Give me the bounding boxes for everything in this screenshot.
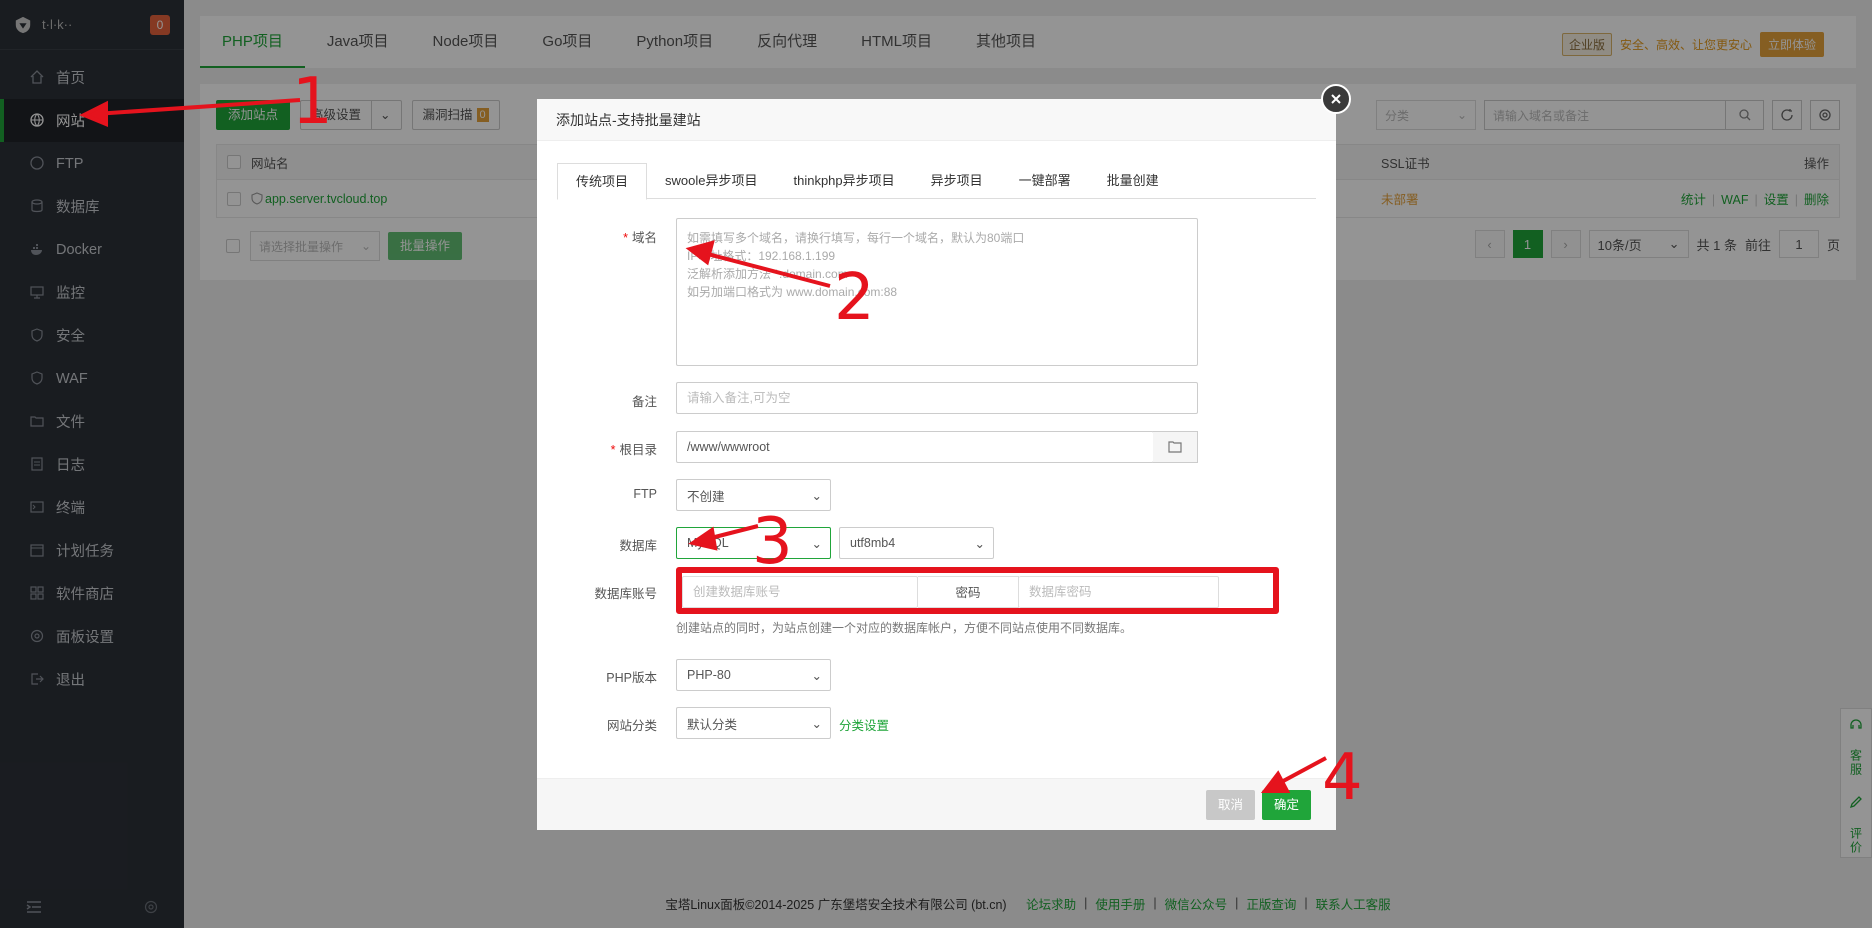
chevron-down-icon: ⌄ — [811, 536, 822, 551]
root-dir-input[interactable]: /www/wwwroot — [676, 431, 1154, 463]
domain-placeholder-line: 如需填写多个域名，请换行填写，每行一个域名，默认为80端口 — [687, 231, 1025, 245]
confirm-button[interactable]: 确定 — [1262, 790, 1312, 820]
database-select-value: MySQL — [687, 536, 729, 550]
tab-one-click[interactable]: 一键部署 — [1001, 163, 1089, 198]
close-icon — [1331, 94, 1341, 104]
tab-swoole[interactable]: swoole异步项目 — [647, 163, 775, 198]
remark-label: 备注 — [631, 395, 657, 409]
category-settings-link[interactable]: 分类设置 — [839, 715, 889, 734]
chevron-down-icon: ⌄ — [974, 536, 985, 551]
tab-async[interactable]: 异步项目 — [913, 163, 1001, 198]
site-category-label: 网站分类 — [606, 719, 657, 733]
browse-folder-button[interactable] — [1153, 431, 1198, 463]
close-dialog-button[interactable] — [1321, 84, 1351, 114]
dialog-title: 添加站点-支持批量建站 — [537, 99, 1336, 141]
chevron-down-icon: ⌄ — [811, 716, 822, 731]
php-version-select[interactable]: PHP-80 ⌄ — [676, 659, 831, 691]
remark-input[interactable]: 请输入备注,可为空 — [676, 382, 1198, 414]
add-site-dialog: 添加站点-支持批量建站 传统项目 swoole异步项目 thinkphp异步项目… — [537, 99, 1336, 830]
ftp-label: FTP — [633, 487, 657, 501]
db-password-label: 密码 — [918, 576, 1019, 608]
php-version-label: PHP版本 — [606, 671, 657, 685]
domain-textarea[interactable]: 如需填写多个域名，请换行填写，每行一个域名，默认为80端口 IP地址格式：192… — [676, 218, 1198, 366]
database-label: 数据库 — [619, 539, 657, 553]
dialog-tabs: 传统项目 swoole异步项目 thinkphp异步项目 异步项目 一键部署 批… — [557, 163, 1316, 200]
folder-icon — [1168, 441, 1182, 453]
db-account-label: 数据库账号 — [594, 587, 657, 601]
charset-select-value: utf8mb4 — [850, 536, 896, 550]
database-select[interactable]: MySQL ⌄ — [676, 527, 831, 559]
domain-placeholder-line: 如另加端口格式为 www.domain.com:88 — [687, 285, 898, 299]
db-hint: 创建站点的同时，为站点创建一个对应的数据库帐户，方便不同站点使用不同数据库。 — [676, 621, 1133, 635]
domain-placeholder-line: IP地址格式：192.168.1.199 — [687, 249, 836, 263]
domain-label: * 域名 — [623, 231, 657, 245]
site-category-value: 默认分类 — [687, 717, 738, 732]
domain-placeholder-line: 泛解析添加方法 *.domain.com — [687, 267, 848, 281]
ftp-select[interactable]: 不创建 ⌄ — [676, 479, 831, 511]
tab-thinkphp[interactable]: thinkphp异步项目 — [775, 163, 912, 198]
db-password-input[interactable]: 数据库密码 — [1019, 576, 1219, 608]
chevron-down-icon: ⌄ — [811, 668, 822, 683]
ftp-select-value: 不创建 — [687, 489, 725, 504]
site-category-select[interactable]: 默认分类 ⌄ — [676, 707, 831, 739]
php-version-value: PHP-80 — [687, 668, 731, 682]
tab-batch[interactable]: 批量创建 — [1089, 163, 1177, 198]
root-dir-label: * 根目录 — [610, 443, 657, 457]
tab-traditional[interactable]: 传统项目 — [557, 163, 648, 200]
db-account-input[interactable]: 创建数据库账号 — [682, 576, 918, 608]
charset-select[interactable]: utf8mb4 ⌄ — [839, 527, 994, 559]
cancel-button[interactable]: 取消 — [1206, 790, 1256, 820]
chevron-down-icon: ⌄ — [811, 488, 822, 503]
dialog-footer: 取消 确定 — [537, 778, 1336, 830]
